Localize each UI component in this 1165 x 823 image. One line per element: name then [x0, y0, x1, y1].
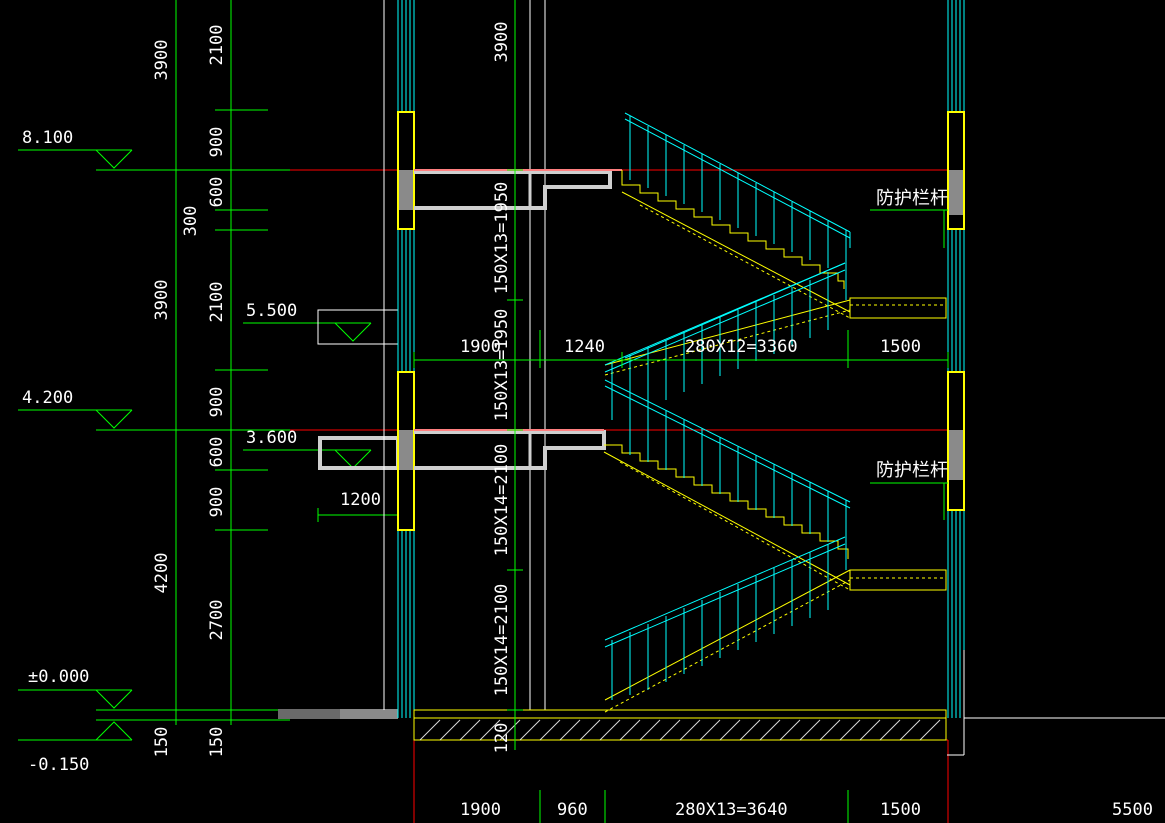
dim-canopy-1200: 1200 [340, 490, 381, 510]
dim-inner-150: 150 [207, 727, 227, 758]
level-m0150: -0.150 [28, 755, 89, 775]
dim-bottom-1500: 1500 [880, 800, 921, 820]
dim-plan-1900: 1900 [460, 337, 501, 357]
dim-inner-2700: 2700 [207, 600, 227, 641]
walls [397, 0, 965, 718]
dim-flight-3: 150X13=1950 [492, 309, 512, 422]
dim-stair-120: 120 [492, 723, 512, 754]
level-4200: 4.200 [22, 388, 73, 408]
axis-lines [290, 169, 949, 823]
dim-outer-150: 150 [152, 727, 172, 758]
dim-inner-900-b: 900 [207, 387, 227, 418]
dim-inner-2100-mid: 2100 [207, 282, 227, 323]
dim-outer-4200: 4200 [152, 553, 172, 594]
note-railing-lower: 防护栏杆 [876, 460, 948, 481]
dim-inner-600-a: 600 [207, 177, 227, 208]
dim-bottom-3640: 280X13=3640 [675, 800, 788, 820]
dim-inner-900-a: 900 [207, 127, 227, 158]
railings [604, 112, 851, 700]
dim-outer-3900-mid: 3900 [152, 280, 172, 321]
dim-bottom-1900: 1900 [460, 800, 501, 820]
level-3600: 3.600 [246, 428, 297, 448]
dim-inner-300: 300 [181, 206, 201, 237]
dim-plan-1500: 1500 [880, 337, 921, 357]
level-0000: ±0.000 [28, 667, 89, 687]
ground-slab [278, 709, 398, 719]
dim-inner-600-b: 600 [207, 437, 227, 468]
level-8100: 8.100 [22, 128, 73, 148]
dim-inner-900-c: 900 [207, 487, 227, 518]
dim-flight-4: 150X13=1950 [492, 182, 512, 295]
dim-flight-1: 150X14=2100 [492, 584, 512, 697]
dim-plan-1240: 1240 [564, 337, 605, 357]
dim-bottom-5500: 5500 [1112, 800, 1153, 820]
dim-stair-3900: 3900 [492, 22, 512, 63]
stair-section-drawing: 8.100 5.500 4.200 3.600 ±0.000 -0.150 39… [18, 0, 1165, 823]
dim-outer-3900-top: 3900 [152, 40, 172, 81]
outer-dimension-chain [168, 0, 184, 725]
dim-plan-3360: 280X12=3360 [685, 337, 798, 357]
dim-flight-2: 150X14=2100 [492, 444, 512, 557]
dim-bottom-960: 960 [557, 800, 588, 820]
level-5500: 5.500 [246, 301, 297, 321]
dim-inner-2100-top: 2100 [207, 25, 227, 66]
note-railing-upper: 防护栏杆 [876, 188, 948, 209]
slabs [414, 169, 622, 470]
